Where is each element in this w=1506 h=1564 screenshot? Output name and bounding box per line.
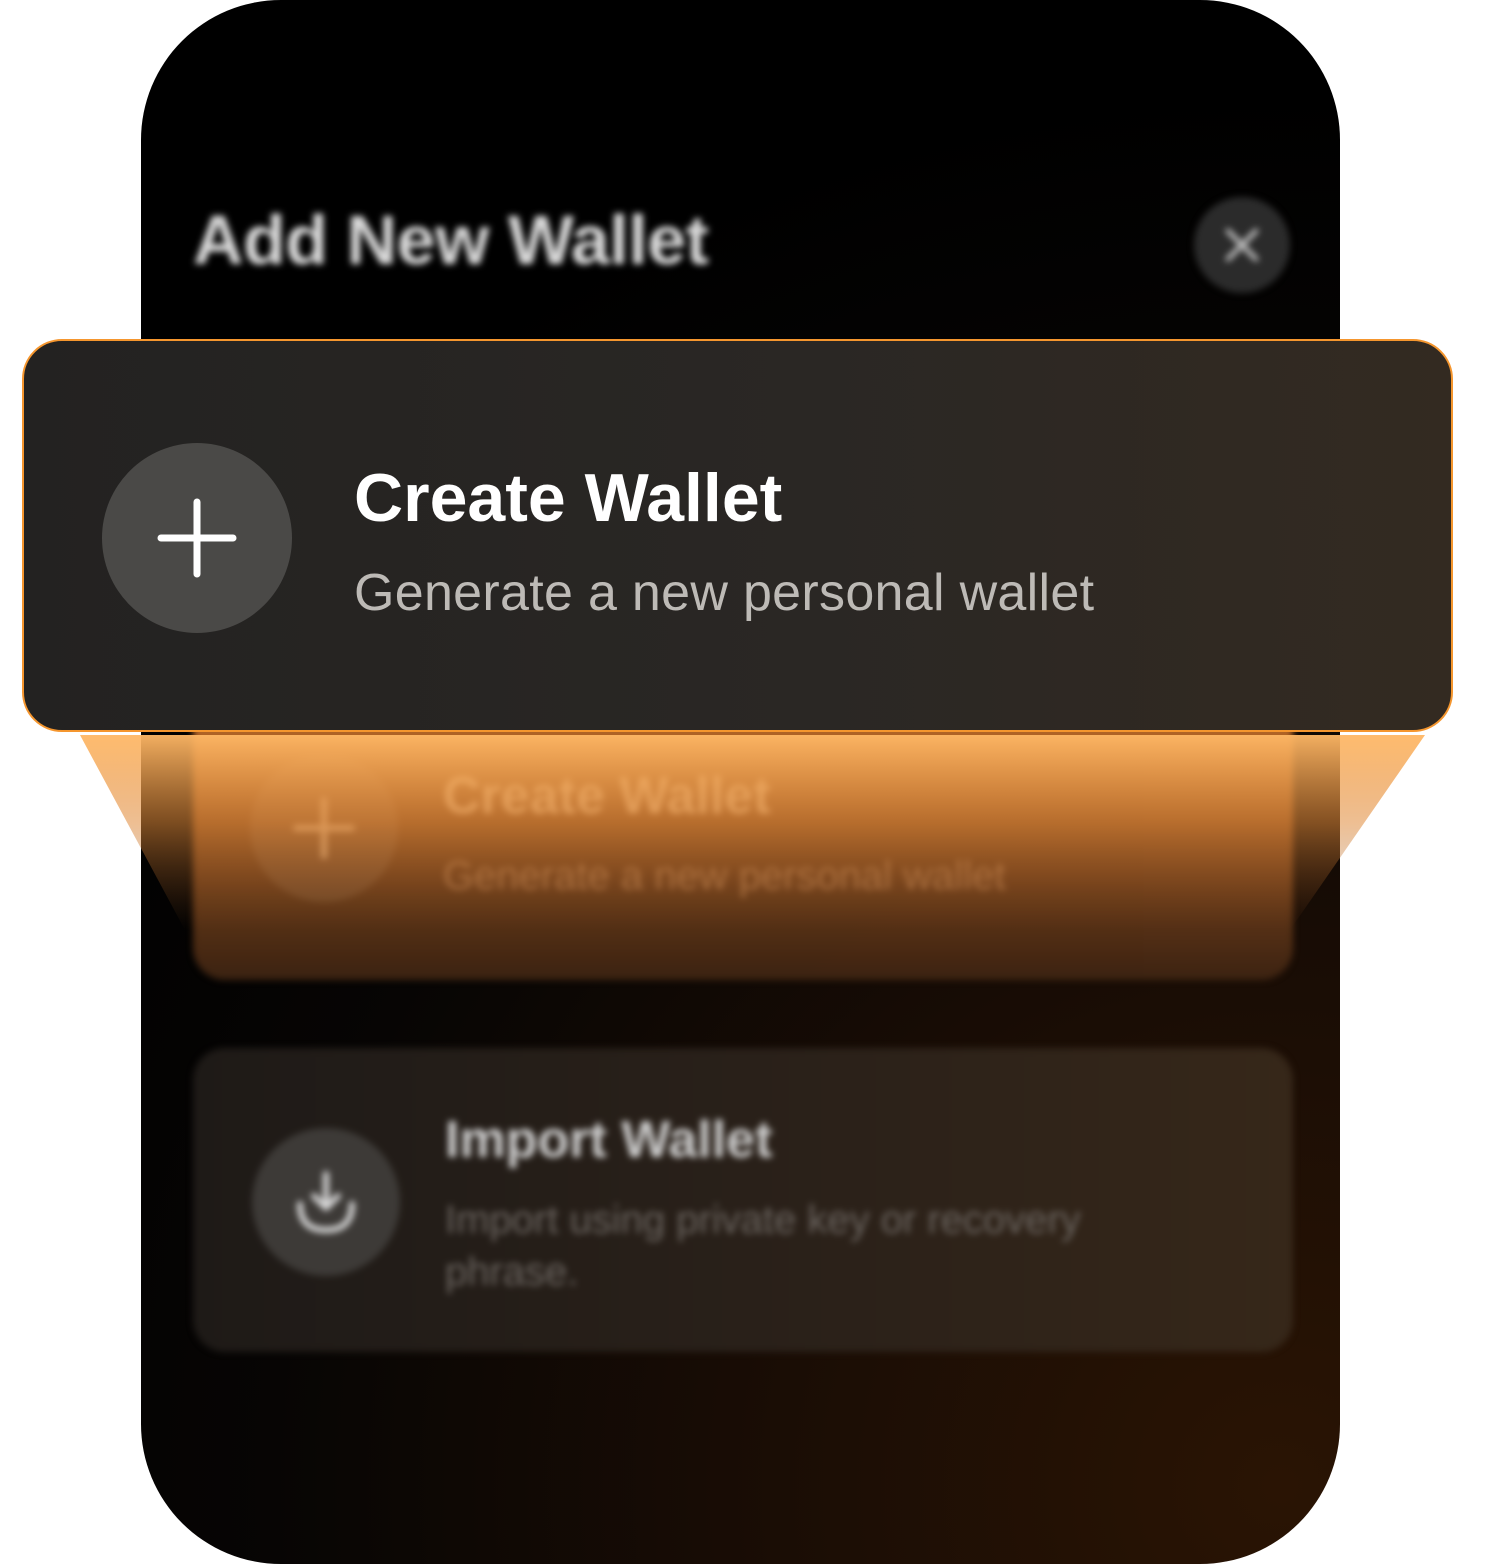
option-description: Import using private key or recovery phr… — [445, 1198, 1081, 1294]
close-icon — [1225, 228, 1259, 262]
blurred-sheet: Add New Wallet Create Wallet Generate a … — [141, 0, 1340, 1564]
option-title: Create Wallet — [443, 767, 771, 825]
import-wallet-option[interactable]: Import Wallet Import using private key o… — [193, 1048, 1293, 1352]
focus-description: Generate a new personal wallet — [354, 564, 1095, 622]
plus-icon-circle — [250, 754, 398, 902]
import-icon-circle — [252, 1128, 400, 1276]
sheet-title: Add New Wallet — [193, 201, 709, 279]
option-title: Import Wallet — [445, 1111, 773, 1169]
plus-icon — [293, 797, 355, 859]
phone-frame: Add New Wallet Create Wallet Generate a … — [141, 0, 1340, 1564]
create-wallet-option[interactable]: Create Wallet Generate a new personal wa… — [193, 700, 1293, 980]
plus-icon-circle — [102, 443, 292, 633]
option-description: Generate a new personal wallet — [443, 854, 1006, 898]
focused-create-wallet-card[interactable]: Create Wallet Generate a new personal wa… — [22, 339, 1453, 732]
plus-icon — [157, 498, 237, 578]
import-icon — [297, 1171, 355, 1234]
close-button[interactable] — [1194, 197, 1290, 293]
focus-title: Create Wallet — [354, 460, 783, 536]
